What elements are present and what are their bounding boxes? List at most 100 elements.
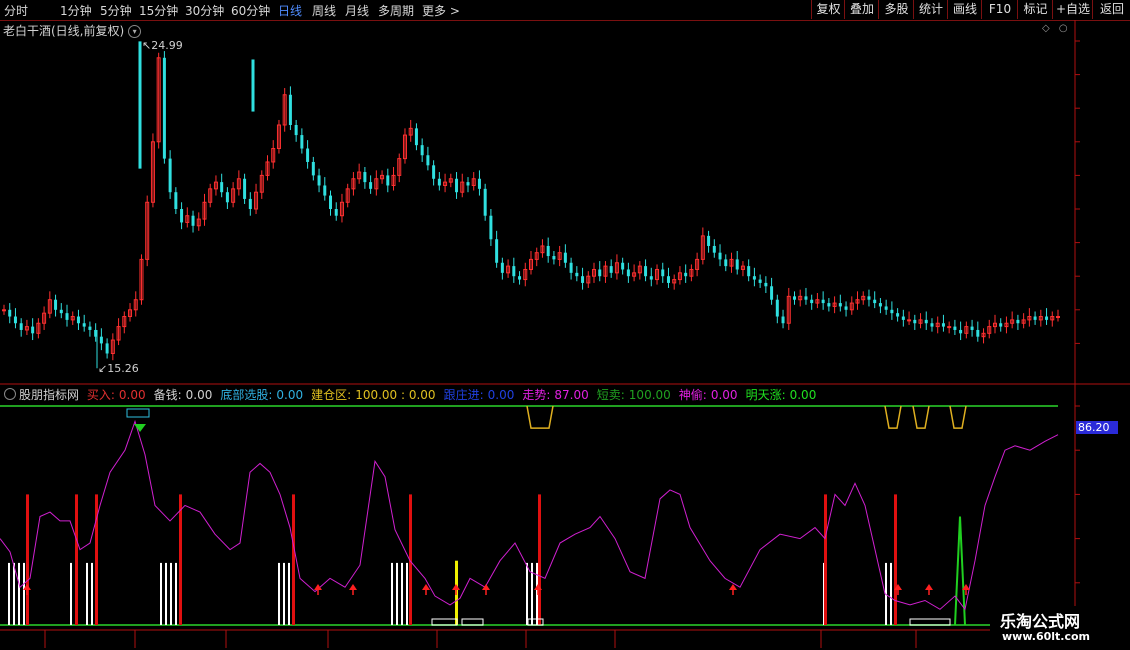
indicator-field: 底部选股: 0.00 [220, 388, 307, 402]
candle-body-up [1056, 316, 1060, 319]
up-arrow [452, 584, 460, 590]
indicator-field: 短卖: 100.00 [597, 388, 675, 402]
white-signal-bar [13, 562, 15, 625]
candle-body-down [873, 299, 877, 304]
price-high-arrow: ↖ [142, 39, 152, 52]
candle-body-down [500, 262, 504, 273]
candle-body-down [718, 252, 722, 260]
candle-body-down [970, 326, 974, 330]
candle-body-down [243, 178, 247, 199]
candlestick-series [2, 41, 1060, 369]
white-signal-bar [160, 562, 162, 625]
candle-body-down [878, 303, 882, 307]
candle-body-down [311, 161, 315, 176]
indicator-field-value: 0.00 [789, 388, 817, 402]
v-signal [912, 405, 930, 429]
white-signal-bar [165, 562, 167, 625]
candle-body-down [867, 296, 871, 300]
candle-body-down [1045, 316, 1049, 320]
white-signal-bar [288, 562, 290, 625]
candle-body-down [712, 245, 716, 253]
candle-body-down [621, 262, 625, 270]
candle-body-down [569, 262, 573, 273]
candle-body-down [180, 209, 184, 223]
indicator-fields: 买入: 0.00 备钱: 0.00 底部选股: 0.00 建仓区: 100.00 : 0.00… [87, 388, 824, 402]
white-signal-bar [23, 562, 25, 625]
buy-signal-line [824, 494, 827, 625]
candle-body-down [76, 316, 80, 324]
candle-body-down [838, 303, 842, 307]
white-signal-bar [175, 562, 177, 625]
candle-body-down [649, 276, 653, 280]
candle-body-down [437, 178, 441, 186]
buy-signal-line [179, 494, 182, 625]
indicator-field-value: 100.00 [628, 388, 671, 402]
candle-body-down [609, 266, 613, 273]
candle-body-down [827, 303, 831, 307]
candle-body-down [162, 57, 166, 159]
candle-body-down [306, 148, 310, 162]
buy-signal-line [538, 494, 541, 625]
candle-body-down [225, 192, 229, 203]
indicator-field: 走势: 87.00 [522, 388, 592, 402]
candle-body-down [924, 319, 928, 324]
candle-body-down [432, 165, 436, 179]
candle-body-down [821, 299, 825, 304]
candle-body-down [781, 316, 785, 324]
candle-body-down [455, 178, 459, 193]
white-signal-bar [18, 562, 20, 625]
candle-body-down [810, 299, 814, 304]
candle-body-down [414, 128, 418, 146]
indicator-field-label: 走势: [522, 388, 551, 402]
candle-body-down [426, 155, 430, 166]
candle-body-down [82, 323, 86, 327]
price-high-label: ↖24.99 [142, 39, 183, 52]
candle-body-up [947, 326, 952, 329]
white-signal-bar [91, 562, 93, 625]
candle-body-down [896, 313, 900, 317]
candle-body-down [901, 316, 905, 320]
candle-body-down [953, 326, 957, 330]
candle-body-down [976, 329, 980, 337]
candle-body-down [1016, 319, 1020, 324]
candle-body-down [294, 125, 298, 136]
indicator-name[interactable]: 股朋指标网 [19, 388, 79, 402]
candle-body-down [466, 182, 470, 186]
white-signal-bar [86, 562, 88, 625]
candle-body-down [666, 276, 670, 283]
indicator-field-value: 0.00 [276, 388, 304, 402]
indicator-field: 跟庄进: 0.00 [444, 388, 519, 402]
candle-body-down [764, 282, 768, 287]
candle-body-down [13, 316, 17, 324]
candle-body-down [770, 286, 774, 300]
indicator-field: 明天涨: 0.00 [746, 388, 821, 402]
watermark: 乐淘公式网 www.60lt.com [990, 606, 1130, 650]
indicator-circle-icon[interactable] [4, 388, 16, 400]
indicator-field-value: 0.00 [487, 388, 515, 402]
indicator-field-value: 100.00 : 0.00 [355, 388, 436, 402]
indicator-field-value: 0.00 [118, 388, 146, 402]
candle-body-down [999, 323, 1003, 327]
v-signal [526, 405, 554, 429]
candle-body-down [546, 245, 550, 257]
price-axis [1075, 40, 1080, 344]
buy-signal-line [894, 494, 897, 625]
white-signal-bar [406, 562, 408, 625]
v-signal [884, 405, 902, 429]
candle-body-down [323, 185, 327, 196]
buy-signal-line [292, 494, 295, 625]
candle-body-down [386, 175, 390, 186]
indicator-field: 买入: 0.00 [87, 388, 150, 402]
candle-body-down [804, 296, 808, 300]
chart-canvas[interactable] [0, 0, 1130, 650]
candle-body-down [369, 182, 373, 189]
up-arrow [482, 584, 490, 590]
candle-body-down [477, 178, 481, 189]
indicator-field-label: 跟庄进: [443, 388, 484, 402]
candle-body-down [644, 266, 648, 277]
price-low-value: 15.26 [107, 362, 139, 375]
indicator-field: 神偷: 0.00 [679, 388, 742, 402]
candle-body-down [54, 299, 58, 310]
top-box [126, 408, 150, 418]
candle-body-down [88, 326, 92, 330]
